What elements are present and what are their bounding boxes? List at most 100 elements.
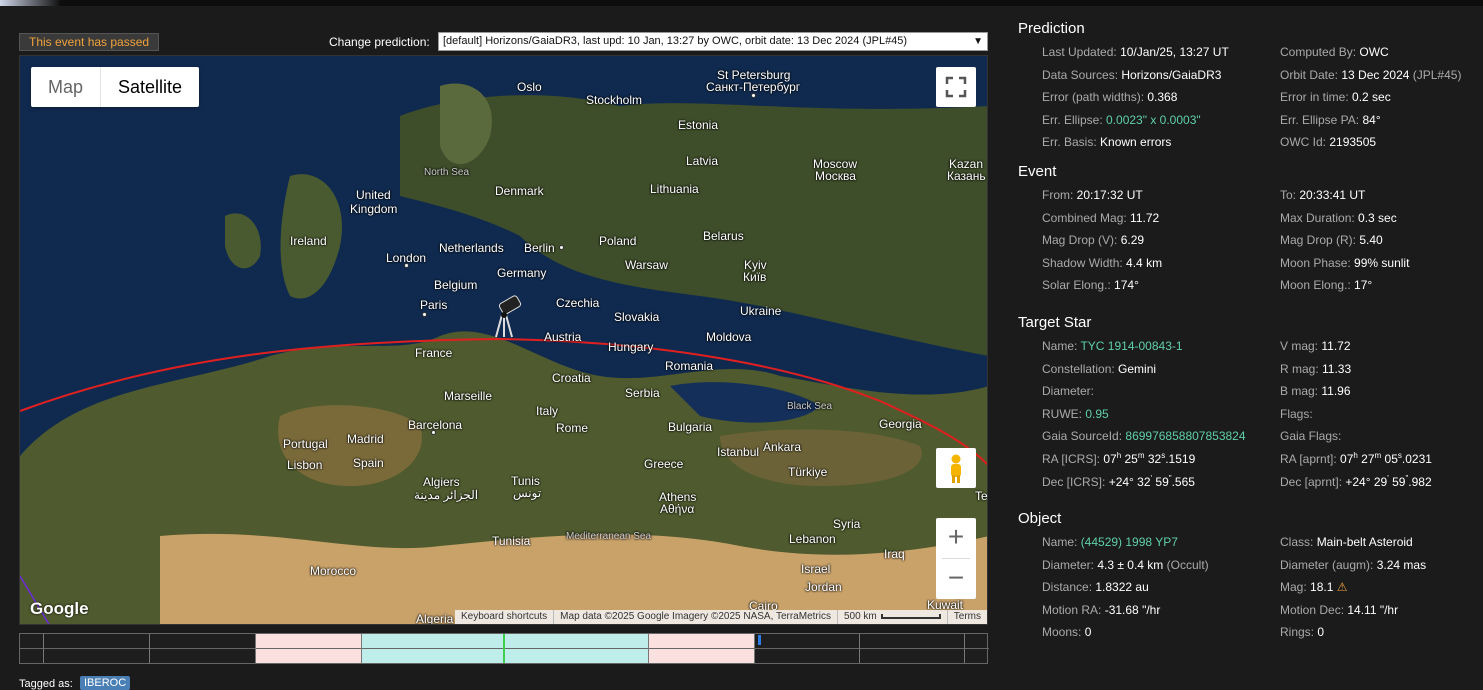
row-label: R mag:: [1280, 362, 1323, 376]
map-label: Madrid: [347, 432, 384, 446]
map-label: Київ: [743, 270, 767, 284]
err-ellipse-link[interactable]: 0.0023" x 0.0003": [1106, 113, 1201, 127]
row-label: Combined Mag:: [1042, 211, 1131, 225]
row-label: RA [ICRS]:: [1042, 452, 1104, 466]
warning-icon[interactable]: ⚠: [1337, 580, 1348, 594]
timeline-current-marker: [758, 635, 761, 645]
ra-icrs-value: 07h 25m 32s.1519: [1103, 451, 1195, 466]
mag-drop-v-row: Mag Drop (V): 6.29: [1042, 233, 1144, 247]
scale-bar: 500 km: [836, 610, 947, 624]
moon-phase-row: Moon Phase: 99% sunlit: [1280, 256, 1409, 270]
constellation-row: Constellation: Gemini: [1042, 362, 1156, 376]
map-label: Iraq: [884, 547, 905, 561]
orbit-date-row: Orbit Date: 13 Dec 2024 (JPL#45): [1280, 68, 1461, 82]
zoom-in-button[interactable]: +: [936, 518, 976, 558]
error-time-row: Error in time: 0.2 sec: [1280, 90, 1391, 104]
row-value: 0: [1317, 625, 1325, 639]
map-label: Tunisia: [492, 534, 531, 548]
owc-id-row: OWC Id: 2193505: [1280, 135, 1376, 149]
timeline-divider: [149, 634, 150, 663]
row-label: V mag:: [1280, 339, 1322, 353]
row-value: 174°: [1114, 278, 1139, 292]
map-label: Denmark: [495, 184, 544, 198]
row-value: 84°: [1362, 113, 1381, 127]
terms-link[interactable]: Terms: [946, 610, 987, 624]
distance-row: Distance: 1.8322 au: [1042, 580, 1149, 594]
street-view-button[interactable]: [936, 448, 976, 488]
row-label: Shadow Width:: [1042, 256, 1127, 270]
row-value: 11.72: [1321, 339, 1351, 353]
map-label: Moldova: [706, 330, 752, 344]
dec-aprnt-row: Dec [aprnt]: +24° 29' 59".982: [1280, 474, 1432, 489]
row-value: 13 Dec 2024: [1341, 68, 1410, 82]
map-label: Czechia: [556, 296, 600, 310]
map-label: Latvia: [686, 154, 719, 168]
ruwe-row: RUWE: 0.95: [1042, 407, 1109, 421]
event-timeline[interactable]: [19, 633, 989, 664]
tag-badge[interactable]: IBEROC: [80, 676, 131, 690]
map-type-control: Map Satellite: [31, 67, 200, 107]
map-type-map-button[interactable]: Map: [31, 67, 102, 107]
map-label: تونس: [513, 486, 542, 500]
row-label: Diameter:: [1042, 558, 1098, 572]
map-label: Hungary: [608, 340, 654, 354]
dec-deg-min: +24° 29: [1345, 475, 1388, 489]
map-label: Greece: [644, 457, 684, 471]
row-value: 20:17:32 UT: [1076, 188, 1143, 202]
map-label: Казань: [947, 169, 986, 183]
telescope-icon[interactable]: [488, 291, 528, 341]
fullscreen-button[interactable]: [936, 67, 976, 107]
row-value: 0.3 sec: [1358, 211, 1397, 225]
map-label: Marseille: [444, 389, 493, 403]
prediction-select[interactable]: [default] Horizons/GaiaDR3, last upd: 10…: [438, 32, 988, 51]
row-label: Last Updated:: [1042, 45, 1121, 59]
last-updated-row: Last Updated: 10/Jan/25, 13:27 UT: [1042, 45, 1229, 59]
row-value: 1.8322 au: [1095, 580, 1149, 594]
map-label: Stockholm: [586, 93, 643, 107]
row-label: To:: [1280, 188, 1300, 202]
row-label: Max Duration:: [1280, 211, 1359, 225]
map-view[interactable]: St Petersburg Санкт-Петербург Oslo Stock…: [19, 55, 988, 625]
row-label: Name:: [1042, 535, 1081, 549]
max-duration-row: Max Duration: 0.3 sec: [1280, 211, 1397, 225]
map-label: Kingdom: [350, 202, 398, 216]
map-label: Croatia: [552, 371, 591, 385]
row-label: Rings:: [1280, 625, 1318, 639]
dec-aprnt-value: +24° 29' 59".982: [1345, 474, 1431, 489]
top-bar: [0, 0, 1483, 6]
map-label: Poland: [599, 234, 637, 248]
computed-by-row: Computed By: OWC: [1280, 45, 1389, 59]
star-name-link[interactable]: TYC 1914-00843-1: [1080, 339, 1182, 353]
motion-ra-row: Motion RA: -31.68 "/hr: [1042, 603, 1160, 617]
dec-sec: 59: [1388, 475, 1406, 489]
map-data-credit: Map data ©2025 Google Imagery ©2025 NASA…: [553, 610, 837, 624]
event-title: Event: [1018, 163, 1057, 180]
row-label: Motion Dec:: [1280, 603, 1348, 617]
row-label: Moons:: [1042, 625, 1085, 639]
keyboard-shortcuts-link[interactable]: Keyboard shortcuts: [455, 610, 553, 624]
event-to-row: To: 20:33:41 UT: [1280, 188, 1365, 202]
bmag-row: B mag: 11.96: [1280, 384, 1351, 398]
map-label: Istanbul: [717, 445, 760, 459]
gaia-flags-row: Gaia Flags:: [1280, 429, 1341, 443]
row-label: From:: [1042, 188, 1077, 202]
ra-aprnt-value: 07h 27m 05s.0231: [1340, 451, 1432, 466]
row-label: Dec [aprnt]:: [1280, 475, 1346, 489]
row-label: Error (path widths):: [1042, 90, 1148, 104]
object-name-link[interactable]: (44529) 1998 YP7: [1081, 535, 1178, 549]
prediction-title: Prediction: [1018, 20, 1085, 37]
gaia-source-link[interactable]: 869976858807853824: [1125, 429, 1245, 443]
row-label: Orbit Date:: [1280, 68, 1342, 82]
ra-seconds: 05: [1381, 452, 1398, 466]
ra-fraction: .0231: [1401, 452, 1432, 466]
row-value: 20:33:41 UT: [1299, 188, 1366, 202]
solar-elong-row: Solar Elong.: 174°: [1042, 278, 1139, 292]
dec-icrs-row: Dec [ICRS]: +24° 32' 59".565: [1042, 474, 1195, 489]
row-label: B mag:: [1280, 384, 1322, 398]
map-type-satellite-button[interactable]: Satellite: [101, 67, 199, 107]
row-value: 18.1: [1310, 580, 1334, 594]
zoom-out-button[interactable]: −: [936, 559, 976, 599]
row-label: Motion RA:: [1042, 603, 1105, 617]
vmag-row: V mag: 11.72: [1280, 339, 1351, 353]
row-value: Main-belt Asteroid: [1316, 535, 1413, 549]
